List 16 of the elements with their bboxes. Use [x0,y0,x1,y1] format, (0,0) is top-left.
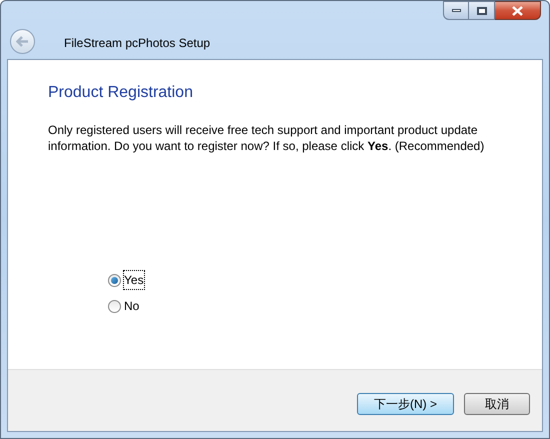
back-arrow-icon [16,36,29,47]
maximize-icon [476,6,486,14]
cancel-button[interactable]: 取消 [464,392,530,414]
close-icon [512,6,523,16]
description-text: Only registered users will receive free tech support and important product update information. Do you want to register now? If so, please click Yes. (Recommended) [48,122,486,154]
radio-button[interactable] [108,274,121,286]
window-title: FileStream pcPhotos Setup [64,35,210,52]
radio-option[interactable]: No [108,298,502,314]
page-heading: Product Registration [48,83,194,103]
minimize-icon [452,9,460,12]
close-button[interactable] [495,1,541,20]
radio-option[interactable]: Yes [108,272,502,288]
radio-button[interactable] [108,300,121,312]
next-button[interactable]: 下一步(N) > [357,392,454,414]
minimize-button[interactable] [443,1,469,20]
maximize-button[interactable] [469,1,495,20]
